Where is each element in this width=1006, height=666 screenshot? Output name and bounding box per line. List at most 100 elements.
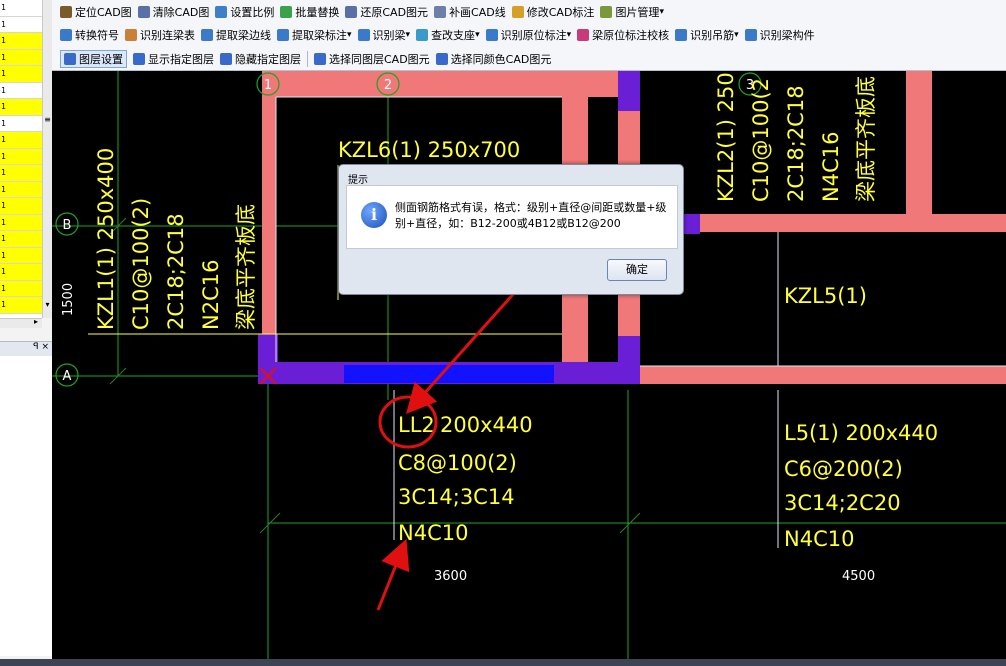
dimension-text-3600: 3600 (434, 569, 467, 584)
toolbar-button-select-same-color[interactable]: 选择同颜色CAD图元 (435, 51, 551, 67)
toolbar-button-recognize-beam-member[interactable]: 识别梁构件 (744, 27, 815, 43)
property-row[interactable]: 1 (0, 297, 42, 314)
toolbar-button-layer-settings[interactable]: 图层设置 (60, 50, 127, 68)
toolbar-button-select-same-layer[interactable]: 选择同图层CAD图元 (314, 51, 430, 67)
property-row[interactable]: 1 (0, 214, 42, 231)
property-row[interactable]: 1 (0, 132, 42, 149)
toolbar-button-label: 图层设置 (79, 53, 123, 66)
scroll-grip-icon: ≡ (44, 115, 51, 124)
cad-canvas[interactable]: 1 2 3 B A 1500 3600 4500 KZL1(1) 250x400… (52, 71, 1006, 659)
ll2-name: LL2 (398, 413, 435, 437)
toolbar-button-label: 显示指定图层 (148, 53, 214, 66)
pane-body (0, 356, 52, 656)
extract-beam-edge-icon (201, 29, 213, 41)
toolbar-button-hide-layer[interactable]: 隐藏指定图层 (220, 51, 301, 67)
property-row[interactable]: 1 (0, 198, 42, 215)
ll2-line-3: 3C14;3C14 (398, 485, 515, 509)
dropdown-arrow-icon[interactable]: ▾ (475, 30, 480, 40)
beam-label-l5: L5(1) 200x440 C6@200(2) 3C14;2C20 N4C10 (784, 421, 938, 551)
toolbar-button-label: 识别连梁表 (140, 29, 195, 42)
toolbar-button-label: 清除CAD图 (152, 6, 210, 19)
toolbar-button-image-manage[interactable]: 图片管理 ▾ (600, 4, 664, 20)
property-sheet[interactable]: 1111111111111111111 (0, 0, 42, 318)
dropdown-arrow-icon[interactable]: ▾ (659, 7, 664, 17)
toolbar-button-check-support[interactable]: 查改支座 ▾ (416, 27, 480, 43)
property-row[interactable]: 1 (0, 148, 42, 165)
toolbar-button-extract-beam-label[interactable]: 提取梁标注 ▾ (277, 27, 352, 43)
error-dialog[interactable]: 提示 i 侧面钢筋格式有误，格式：级别+直径@间距或数量+级别+直径，如：B12… (338, 164, 684, 295)
property-row[interactable]: 1 (0, 49, 42, 66)
property-row[interactable]: 1 (0, 280, 42, 297)
column-3 (618, 71, 640, 111)
clear-cad-icon (137, 6, 150, 18)
info-icon: i (361, 202, 387, 228)
property-row[interactable]: 1 (0, 83, 42, 99)
vertical-scrollbar[interactable]: ≡ ▾ (42, 0, 52, 318)
toolbar-button-draw-cad-line[interactable]: 补画CAD线 (434, 4, 506, 20)
toolbar-button-label: 补画CAD线 (449, 6, 506, 19)
property-row[interactable]: 1 (0, 231, 42, 248)
scroll-down-icon[interactable]: ▾ (43, 300, 52, 309)
dimension-text-4500: 4500 (842, 569, 875, 584)
toolbar-button-recognize-hanger[interactable]: 识别吊筋 ▾ (675, 27, 739, 43)
l5-line-3: 3C14;2C20 (784, 491, 901, 515)
property-row[interactable]: 1 (0, 181, 42, 198)
locate-cad-icon (60, 6, 72, 18)
toolbar-button-label: 定位CAD图 (75, 6, 132, 19)
property-row[interactable]: 1 (0, 33, 42, 50)
hide-layer-icon (220, 53, 232, 65)
dimension-text-1500: 1500 (61, 283, 76, 316)
horizontal-scrollbar[interactable]: ▸ (0, 317, 42, 328)
dialog-content: i 侧面钢筋格式有误，格式：级别+直径@间距或数量+级别+直径，如：B12-20… (346, 185, 678, 249)
kzl1-line-5: 梁底平齐板底 (234, 204, 258, 330)
toolbar-button-edit-cad-label[interactable]: 修改CAD标注 (511, 4, 594, 20)
kzl1-line-2: C10@100(2) (129, 198, 153, 330)
recognize-beam-table-icon (125, 29, 137, 41)
toolbar-button-set-scale[interactable]: 设置比例 (215, 4, 274, 20)
kzl2-line-1: KZL2(1) 250 (714, 72, 738, 202)
extract-beam-label-icon (277, 29, 289, 41)
toolbar-button-convert-symbol[interactable]: 转换符号 (60, 27, 119, 43)
convert-symbol-icon (60, 29, 72, 41)
kzl5-line-1: KZL5(1) (784, 284, 867, 308)
toolbar-button-recognize-beam[interactable]: 识别梁 ▾ (357, 27, 411, 43)
toolbar-button-recognize-inplace-label[interactable]: 识别原位标注 ▾ (485, 27, 572, 43)
toolbar-button-label: 转换符号 (75, 29, 119, 42)
ok-button[interactable]: 确定 (607, 259, 667, 281)
property-row[interactable]: 1 (0, 247, 42, 264)
toolbar-button-extract-beam-edge[interactable]: 提取梁边线 (201, 27, 271, 43)
property-row[interactable]: 1 (0, 165, 42, 182)
property-row[interactable]: 1 (0, 264, 42, 281)
kzl2-line-5: 梁底平齐板底 (854, 76, 878, 202)
edit-cad-label-icon (511, 6, 524, 18)
toolbar-button-clear-cad[interactable]: 清除CAD图 (137, 4, 210, 20)
toolbar-button-beam-label-check[interactable]: 梁原位标注校核 (577, 27, 669, 43)
l5-line-4: N4C10 (784, 527, 854, 551)
ll2-line-1: 200x440 (440, 413, 533, 437)
dropdown-arrow-icon[interactable]: ▾ (567, 30, 572, 40)
cad-drawing[interactable]: 1 2 3 B A 1500 3600 4500 KZL1(1) 250x400… (52, 71, 1006, 659)
property-row[interactable]: 1 (0, 17, 42, 33)
property-row[interactable]: 1 (0, 66, 42, 83)
toolbar-button-batch-replace[interactable]: 批量替换 (280, 4, 339, 20)
toolbar-button-restore-cad[interactable]: 还原CAD图元 (345, 4, 428, 20)
dropdown-arrow-icon[interactable]: ▾ (347, 30, 352, 40)
dropdown-arrow-icon[interactable]: ▾ (406, 30, 411, 40)
pointer-arrow-lower (376, 538, 410, 611)
toolbar-button-label: 批量替换 (295, 6, 340, 19)
toolbar-button-show-layer[interactable]: 显示指定图层 (133, 51, 214, 67)
recognize-inplace-label-icon (485, 29, 498, 41)
property-row[interactable]: 1 (0, 116, 42, 132)
scroll-right-icon[interactable]: ▸ (34, 317, 38, 326)
toolbar-row-beam: 转换符号 识别连梁表 提取梁边线 提取梁标注 ▾ 识别梁 ▾ 查改支座 ▾ 识别原位标注 ▾ 梁原位标… (60, 24, 821, 46)
toolbar-button-recognize-beam-table[interactable]: 识别连梁表 (125, 27, 195, 43)
ll2-line-2: C8@100(2) (398, 451, 517, 475)
toolbar-area: 定位CAD图 清除CAD图 设置比例 批量替换 还原CAD图元 补画CAD线 修改CAD标注… (52, 0, 1006, 71)
dropdown-arrow-icon[interactable]: ▾ (734, 30, 739, 40)
property-row[interactable]: 1 (0, 0, 42, 17)
l5-line-1: L5(1) 200x440 (784, 421, 938, 445)
pane-controls[interactable]: ꟼ × (33, 342, 49, 352)
property-row[interactable]: 1 (0, 99, 42, 116)
toolbar-button-locate-cad[interactable]: 定位CAD图 (60, 4, 132, 20)
image-manage-icon (600, 6, 613, 18)
